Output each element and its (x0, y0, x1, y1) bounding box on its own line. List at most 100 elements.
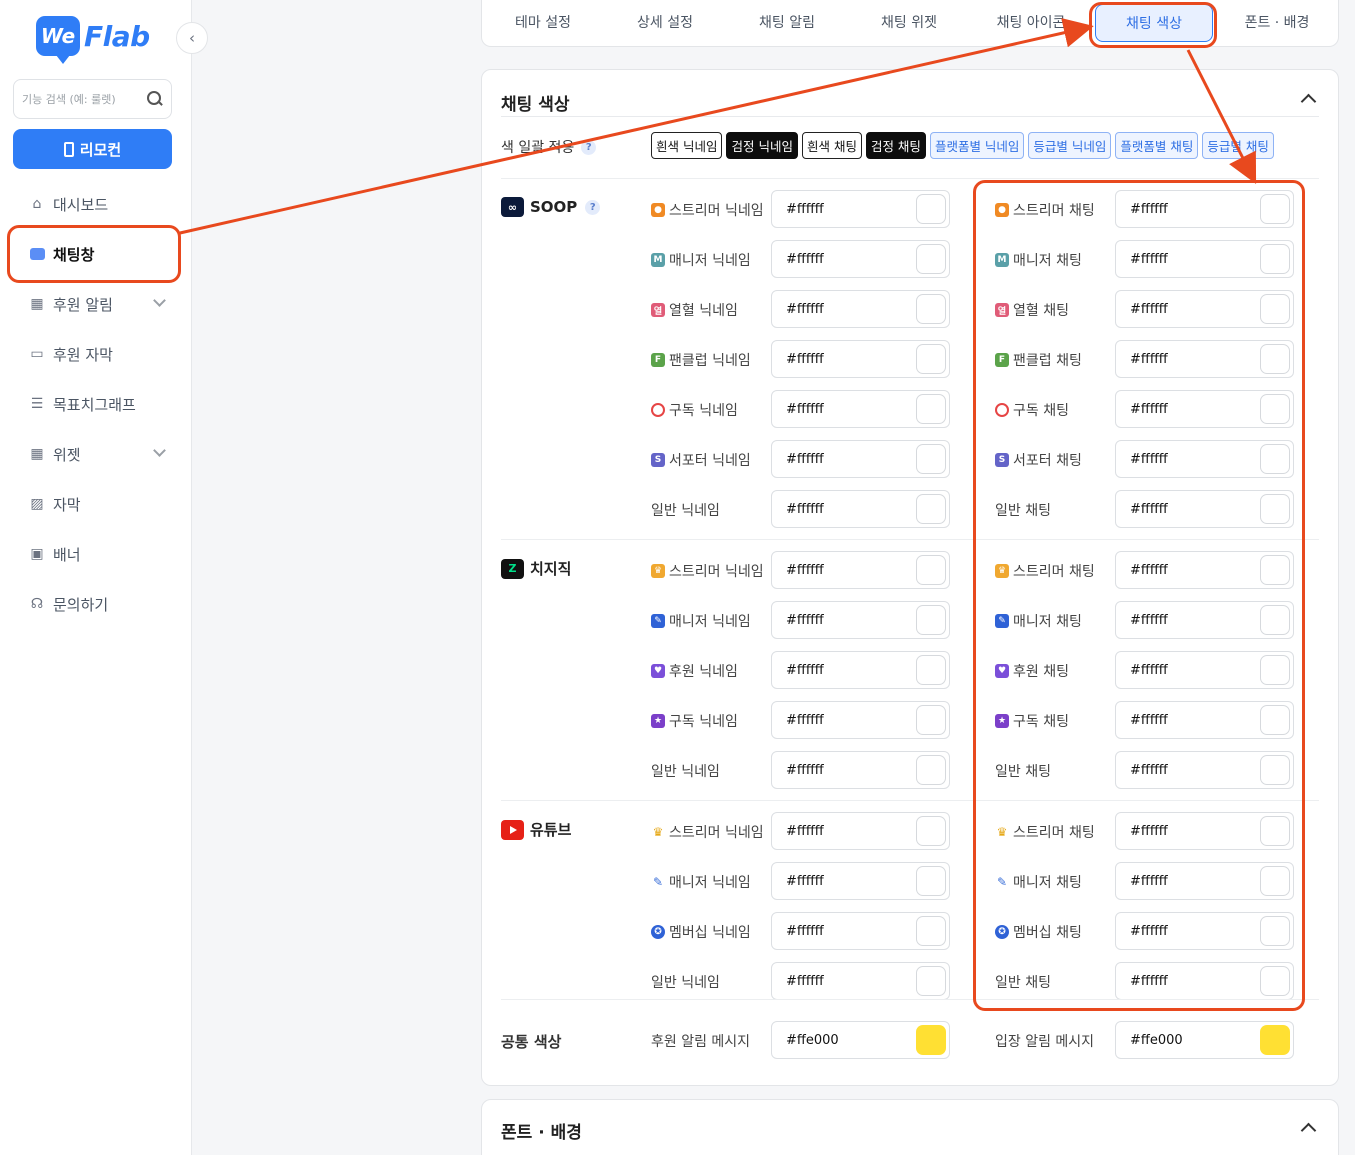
color-swatch[interactable] (916, 966, 946, 996)
color-swatch[interactable] (916, 605, 946, 635)
chat-color-input[interactable] (1130, 923, 1250, 939)
nick-color-input[interactable] (786, 351, 906, 367)
color-swatch[interactable] (1260, 866, 1290, 896)
color-swatch[interactable] (916, 816, 946, 846)
color-swatch[interactable] (916, 494, 946, 524)
chat-color-input[interactable] (1130, 662, 1250, 678)
nick-color-input[interactable] (786, 762, 906, 778)
bulk-button-7[interactable]: 등급별 채팅 (1202, 132, 1274, 159)
color-swatch[interactable] (1260, 344, 1290, 374)
chat-color-input[interactable] (1130, 451, 1250, 467)
feature-search-input[interactable] (22, 92, 140, 106)
sidebar-item-4[interactable]: ☰ 목표치그래프 (0, 379, 192, 429)
sidebar-item-6[interactable]: ▨ 자막 (0, 479, 192, 529)
chat-color-input[interactable] (1130, 251, 1250, 267)
sidebar-item-2[interactable]: ▦ 후원 알림 (0, 279, 192, 329)
help-icon[interactable]: ? (585, 199, 601, 215)
color-swatch[interactable] (916, 344, 946, 374)
chevron-up-icon[interactable] (1300, 1122, 1317, 1139)
chat-color-input[interactable] (1130, 201, 1250, 217)
color-swatch[interactable] (1260, 705, 1290, 735)
sidebar-item-1[interactable]: 채팅창 (0, 229, 192, 279)
nick-color-input[interactable] (786, 823, 906, 839)
nick-color-input[interactable] (786, 612, 906, 628)
color-swatch[interactable] (916, 705, 946, 735)
color-swatch[interactable] (1260, 755, 1290, 785)
color-swatch[interactable] (916, 755, 946, 785)
color-swatch[interactable] (1260, 966, 1290, 996)
tab-2[interactable]: 채팅 알림 (729, 4, 845, 42)
bulk-button-5[interactable]: 등급별 닉네임 (1028, 132, 1112, 159)
color-swatch[interactable] (1260, 555, 1290, 585)
chat-color-input[interactable] (1130, 612, 1250, 628)
color-swatch[interactable] (916, 655, 946, 685)
color-swatch[interactable] (916, 244, 946, 274)
common-left-color-input[interactable] (786, 1032, 906, 1048)
tab-1[interactable]: 상세 설정 (607, 4, 723, 42)
sidebar-item-3[interactable]: ▭ 후원 자막 (0, 329, 192, 379)
common-right-color-input[interactable] (1130, 1032, 1250, 1048)
color-swatch[interactable] (1260, 605, 1290, 635)
tab-3[interactable]: 채팅 위젯 (851, 4, 967, 42)
color-swatch[interactable] (1260, 244, 1290, 274)
sidebar-item-8[interactable]: ☊ 문의하기 (0, 579, 192, 629)
bulk-button-3[interactable]: 검정 채팅 (865, 132, 926, 159)
nick-color-input[interactable] (786, 562, 906, 578)
color-swatch[interactable] (1260, 444, 1290, 474)
color-swatch[interactable] (916, 1025, 946, 1055)
chevron-up-icon[interactable] (1300, 93, 1317, 110)
color-swatch[interactable] (1260, 394, 1290, 424)
bulk-button-6[interactable]: 플랫폼별 채팅 (1115, 132, 1199, 159)
color-swatch[interactable] (1260, 816, 1290, 846)
color-swatch[interactable] (916, 444, 946, 474)
color-swatch[interactable] (1260, 194, 1290, 224)
bulk-button-4[interactable]: 플랫폼별 닉네임 (929, 132, 1025, 159)
sidebar-item-0[interactable]: ⌂ 대시보드 (0, 179, 192, 229)
chat-color-input[interactable] (1130, 973, 1250, 989)
nick-color-input[interactable] (786, 251, 906, 267)
color-swatch[interactable] (916, 394, 946, 424)
nick-color-input[interactable] (786, 451, 906, 467)
color-swatch[interactable] (916, 916, 946, 946)
color-swatch[interactable] (1260, 655, 1290, 685)
bulk-button-1[interactable]: 검정 닉네임 (726, 132, 798, 159)
nick-color-input[interactable] (786, 401, 906, 417)
chat-color-input[interactable] (1130, 562, 1250, 578)
tab-4[interactable]: 채팅 아이콘 (973, 4, 1089, 42)
sidebar-item-7[interactable]: ▣ 배너 (0, 529, 192, 579)
nick-color-input[interactable] (786, 923, 906, 939)
tab-6[interactable]: 폰트 · 배경 (1219, 4, 1335, 42)
nick-color-input[interactable] (786, 201, 906, 217)
nick-color-input[interactable] (786, 301, 906, 317)
nick-color-input[interactable] (786, 712, 906, 728)
bulk-button-0[interactable]: 흰색 닉네임 (651, 132, 723, 159)
weflab-logo[interactable]: We Flab (36, 16, 150, 64)
chat-color-input[interactable] (1130, 351, 1250, 367)
search-icon[interactable] (147, 91, 163, 107)
tab-0[interactable]: 테마 설정 (485, 4, 601, 42)
color-swatch[interactable] (1260, 1025, 1290, 1055)
bulk-button-2[interactable]: 흰색 채팅 (801, 132, 862, 159)
color-swatch[interactable] (1260, 494, 1290, 524)
nick-color-input[interactable] (786, 501, 906, 517)
color-swatch[interactable] (1260, 294, 1290, 324)
chat-color-input[interactable] (1130, 501, 1250, 517)
nick-color-input[interactable] (786, 662, 906, 678)
nick-color-input[interactable] (786, 873, 906, 889)
color-swatch[interactable] (916, 866, 946, 896)
chat-color-input[interactable] (1130, 823, 1250, 839)
chat-color-input[interactable] (1130, 762, 1250, 778)
tab-5[interactable]: 채팅 색상 (1095, 4, 1213, 42)
help-icon[interactable]: ? (581, 139, 597, 155)
remote-control-button[interactable]: 리모컨 (13, 129, 172, 169)
chat-color-input[interactable] (1130, 401, 1250, 417)
color-swatch[interactable] (1260, 916, 1290, 946)
nick-color-input[interactable] (786, 973, 906, 989)
chat-color-input[interactable] (1130, 712, 1250, 728)
sidebar-item-5[interactable]: ▦ 위젯 (0, 429, 192, 479)
color-swatch[interactable] (916, 194, 946, 224)
color-swatch[interactable] (916, 294, 946, 324)
collapse-sidebar-button[interactable]: ‹ (176, 22, 208, 54)
color-swatch[interactable] (916, 555, 946, 585)
chat-color-input[interactable] (1130, 873, 1250, 889)
